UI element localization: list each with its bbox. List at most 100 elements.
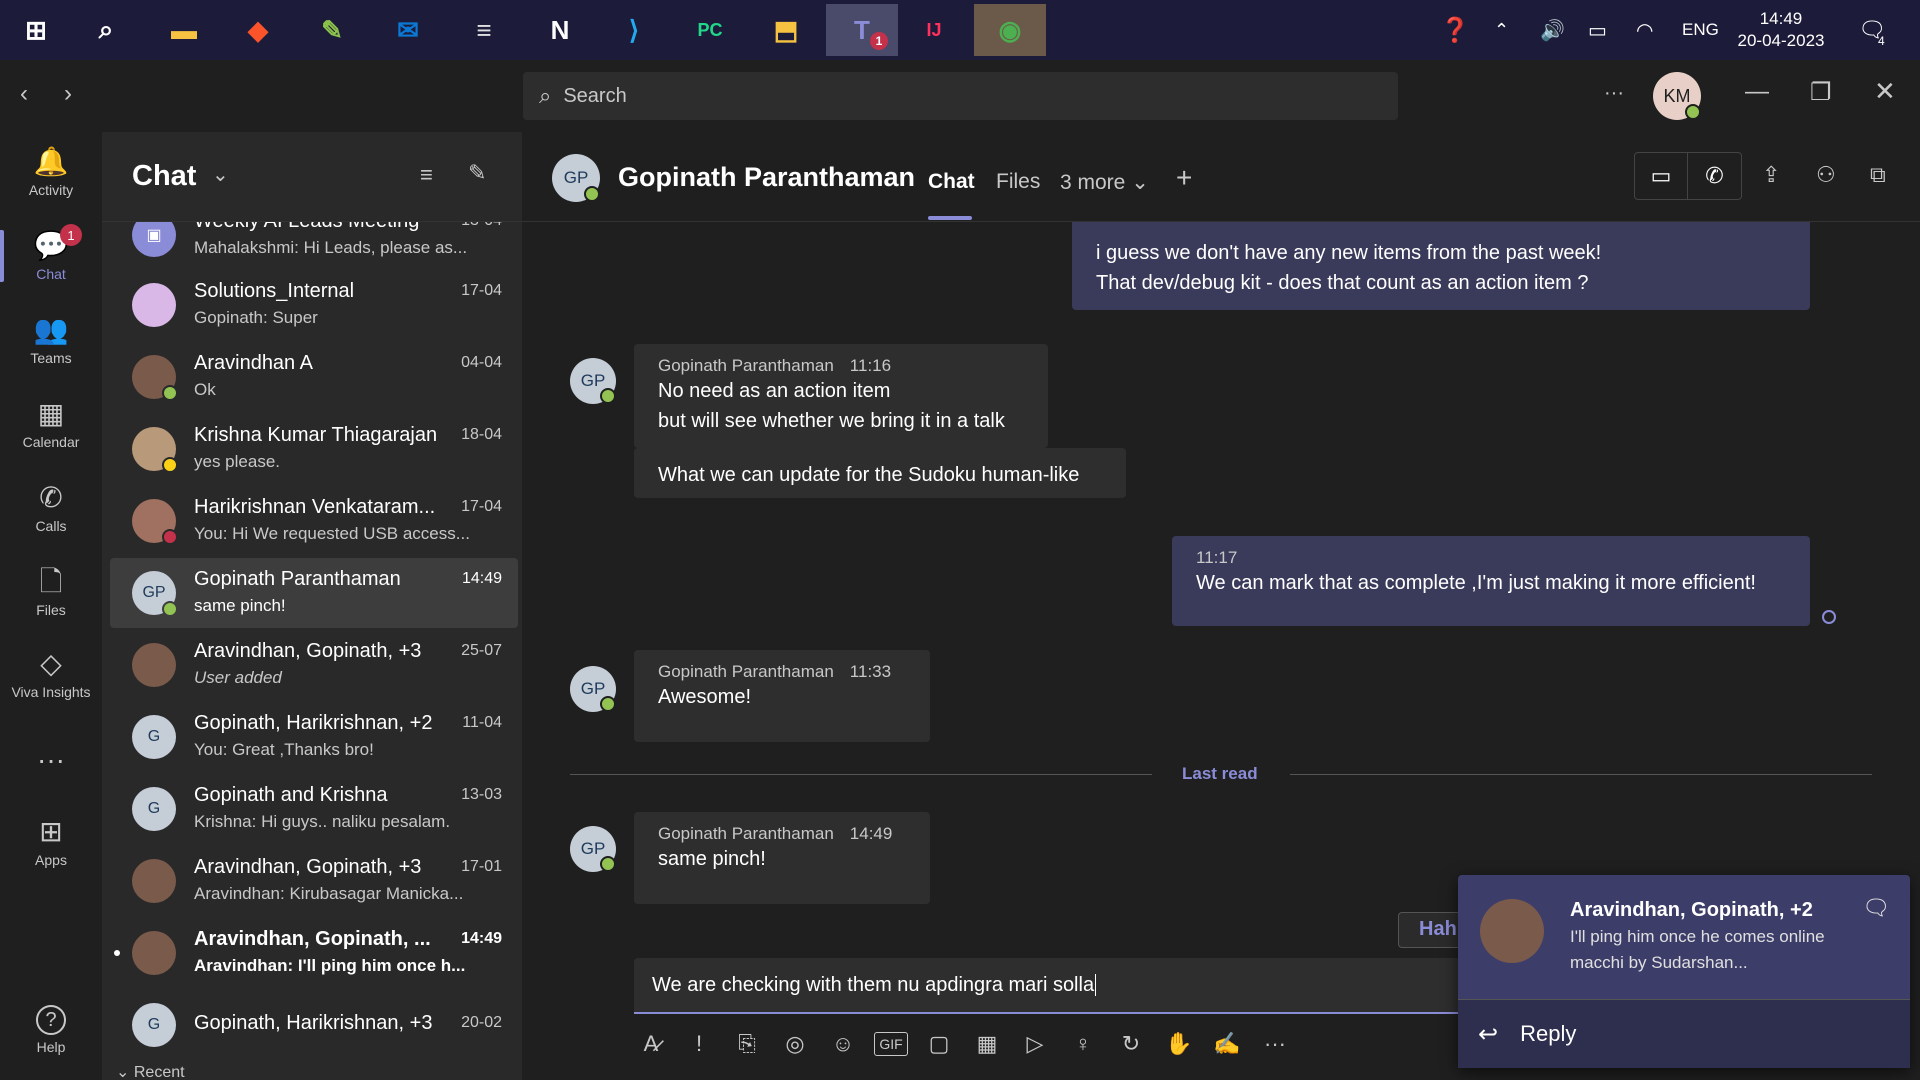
vscode-icon[interactable]: ⟩ — [604, 4, 664, 56]
chrome-icon[interactable]: ◉ — [974, 4, 1046, 56]
rail-calls[interactable]: ✆ Calls — [0, 468, 102, 548]
battery-icon[interactable]: ▭ — [1588, 0, 1607, 60]
approvals-icon[interactable]: ✋ — [1162, 1031, 1196, 1057]
clock-time: 14:49 — [1759, 9, 1803, 28]
rail-files[interactable]: 🗋 Files — [0, 552, 102, 632]
important-icon[interactable]: ! — [682, 1031, 716, 1057]
chat-list-item[interactable]: Harikrishnan Venkataram... You: Hi We re… — [110, 486, 518, 556]
chat-list-item[interactable]: Solutions_Internal Gopinath: Super 17-04 — [110, 270, 518, 340]
search-input[interactable]: ⌕ Search — [523, 72, 1398, 120]
clock[interactable]: 14:49 20-04-2023 — [1735, 0, 1827, 60]
sticker-icon[interactable]: ▢ — [922, 1031, 956, 1057]
pop-out-icon[interactable]: ⧉ — [1870, 162, 1886, 188]
rail-apps[interactable]: ⊞ Apps — [0, 802, 102, 882]
tab-files[interactable]: Files — [996, 170, 1040, 194]
toast-reply-button[interactable]: ↩ Reply — [1458, 999, 1910, 1068]
volume-icon[interactable]: 🔊 — [1540, 0, 1565, 60]
language-indicator[interactable]: ENG — [1682, 0, 1719, 60]
video-call-icon[interactable]: ▭ — [1635, 153, 1689, 199]
chat-list-item-unread[interactable]: Aravindhan, Gopinath, ... Aravindhan: I'… — [110, 918, 518, 988]
loop-icon[interactable]: ◎ — [778, 1031, 812, 1057]
sender-avatar[interactable]: GP — [570, 826, 616, 872]
brave-browser-icon[interactable]: ◆ — [228, 4, 288, 56]
compose-text: We are checking with them nu apdingra ma… — [652, 973, 1095, 996]
contact-avatar[interactable]: GP — [552, 154, 600, 202]
more-options-icon[interactable]: ··· — [1604, 82, 1624, 105]
received-message[interactable]: Gopinath Paranthaman 11:33 Awesome! — [634, 650, 930, 742]
tab-more[interactable]: 3 more ⌄ — [1060, 170, 1149, 195]
chat-list-item[interactable]: Aravindhan, Gopinath, +3 User added 25-0… — [110, 630, 518, 700]
praise-icon[interactable]: ♀ — [1066, 1031, 1100, 1057]
intellij-icon[interactable]: IJ — [904, 4, 964, 56]
notepad-plus-icon[interactable]: ✎ — [302, 4, 362, 56]
app-icon[interactable]: ≡ — [454, 4, 514, 56]
rail-calendar[interactable]: ▦ Calendar — [0, 384, 102, 464]
chevron-down-icon[interactable]: ⌄ — [212, 162, 229, 187]
file-explorer-icon[interactable]: ▬ — [154, 4, 214, 56]
contact-name[interactable]: Gopinath Paranthaman — [618, 162, 915, 193]
share-screen-icon[interactable]: ⇪ — [1762, 162, 1780, 188]
sender-avatar[interactable]: GP — [570, 666, 616, 712]
audio-call-icon[interactable]: ✆ — [1688, 153, 1741, 199]
filter-icon[interactable]: ≡ — [420, 162, 433, 188]
restore-icon[interactable]: ❐ — [1810, 78, 1832, 107]
chat-list-item[interactable]: G Gopinath, Harikrishnan, +2 You: Great … — [110, 702, 518, 772]
updates-icon[interactable]: ✍ — [1210, 1031, 1244, 1057]
loop-component-icon[interactable]: ↻ — [1114, 1031, 1148, 1057]
minimize-icon[interactable]: — — [1745, 78, 1769, 106]
recent-section-header[interactable]: ⌄ Recent — [116, 1062, 185, 1080]
forward-arrow-icon[interactable]: › — [64, 80, 72, 108]
app-icon[interactable]: ⬒ — [756, 4, 816, 56]
chat-list-item[interactable]: Aravindhan A Ok 04-04 — [110, 342, 518, 412]
search-icon[interactable]: ⌕ — [76, 4, 136, 56]
help-tray-icon[interactable]: ❓ — [1440, 0, 1470, 60]
schedule-meeting-icon[interactable]: ▦ — [970, 1031, 1004, 1057]
attach-icon[interactable]: ⎘ — [730, 1031, 764, 1057]
chat-bubble-icon[interactable]: 🗨 — [1862, 895, 1890, 921]
chat-list-item[interactable]: Aravindhan, Gopinath, +3 Aravindhan: Kir… — [110, 846, 518, 916]
compose-box[interactable]: We are checking with them nu apdingra ma… — [634, 958, 1464, 1014]
reply-arrow-icon: ↩ — [1478, 1020, 1499, 1048]
received-message[interactable]: Gopinath Paranthaman 11:16 No need as an … — [634, 344, 1048, 448]
chat-list-item[interactable]: G Gopinath, Harikrishnan, +3 20-02 — [110, 990, 518, 1060]
sender-avatar[interactable]: GP — [570, 358, 616, 404]
close-icon[interactable]: ✕ — [1874, 76, 1896, 107]
received-message[interactable]: What we can update for the Sudoku human-… — [634, 448, 1126, 498]
rail-chat[interactable]: 💬 Chat 1 — [0, 216, 102, 296]
pycharm-icon[interactable]: PC — [680, 4, 740, 56]
gif-icon[interactable]: GIF — [874, 1032, 908, 1056]
rail-label: Teams — [30, 350, 72, 366]
add-tab-icon[interactable]: + — [1176, 162, 1192, 194]
sent-message[interactable]: i guess we don't have any new items from… — [1072, 222, 1810, 310]
outlook-icon[interactable]: ✉ — [378, 4, 438, 56]
more-options-icon[interactable]: ··· — [1258, 1031, 1292, 1057]
notion-icon[interactable]: N — [530, 4, 590, 56]
chat-list-item-selected[interactable]: GP Gopinath Paranthaman same pinch! 14:4… — [110, 558, 518, 628]
windows-start-icon[interactable]: ⊞ — [6, 4, 66, 56]
apps-icon: ⊞ — [39, 816, 63, 847]
rail-teams[interactable]: 👥 Teams — [0, 300, 102, 380]
chat-name: Gopinath, Harikrishnan, +3 — [194, 1012, 433, 1034]
rail-viva-insights[interactable]: ◇ Viva Insights — [0, 634, 102, 714]
rail-more-apps[interactable]: ··· — [0, 722, 102, 802]
received-message[interactable]: Gopinath Paranthaman 14:49 same pinch! — [634, 812, 930, 904]
notification-center-icon[interactable]: 🗨 4 — [1858, 0, 1886, 60]
tab-chat[interactable]: Chat — [928, 170, 975, 194]
new-chat-icon[interactable]: ✎ — [468, 160, 486, 186]
chevron-up-icon[interactable]: ⌃ — [1494, 0, 1509, 60]
wifi-icon[interactable]: ◠ — [1636, 0, 1653, 60]
chat-list-item[interactable]: G Gopinath and Krishna Krishna: Hi guys.… — [110, 774, 518, 844]
emoji-icon[interactable]: ☺ — [826, 1031, 860, 1057]
teams-icon[interactable]: T 1 — [826, 4, 898, 56]
add-people-icon[interactable]: ⚇ — [1816, 162, 1836, 188]
rail-help[interactable]: ? Help — [0, 990, 102, 1070]
rail-activity[interactable]: 🔔 Activity — [0, 132, 102, 212]
chat-list-item[interactable]: Krishna Kumar Thiagarajan yes please. 18… — [110, 414, 518, 484]
back-arrow-icon[interactable]: ‹ — [20, 80, 28, 108]
chat-list-title[interactable]: Chat — [132, 160, 196, 193]
profile-avatar[interactable]: KM — [1653, 72, 1701, 120]
chat-notification-toast[interactable]: Aravindhan, Gopinath, +2 I'll ping him o… — [1458, 875, 1910, 1068]
format-icon[interactable]: A̷ — [634, 1031, 668, 1057]
sent-message[interactable]: 11:17 We can mark that as complete ,I'm … — [1172, 536, 1810, 626]
stream-icon[interactable]: ▷ — [1018, 1031, 1052, 1057]
